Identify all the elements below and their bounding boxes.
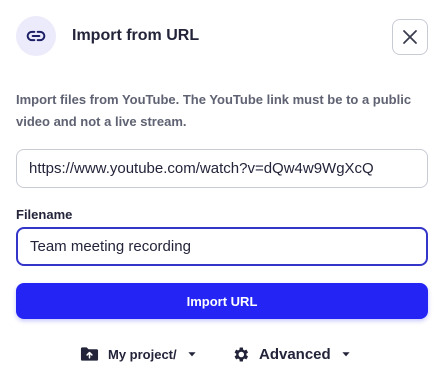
dialog-footer: My project/ Advanced xyxy=(0,340,444,368)
advanced-button[interactable]: Advanced xyxy=(231,341,352,367)
link-icon xyxy=(16,16,56,56)
filename-input[interactable]: Team meeting recording xyxy=(16,227,428,266)
filename-label: Filename xyxy=(16,207,73,222)
url-input[interactable]: https://www.youtube.com/watch?v=dQw4w9Wg… xyxy=(16,149,428,188)
import-url-button[interactable]: Import URL xyxy=(16,283,428,319)
dialog-header: Import from URL xyxy=(16,16,428,58)
close-icon xyxy=(403,30,417,44)
close-button[interactable] xyxy=(392,19,428,55)
folder-label: My project/ xyxy=(108,346,177,362)
import-description: Import files from YouTube. The YouTube l… xyxy=(16,92,412,129)
dialog-title: Import from URL xyxy=(72,27,200,44)
folder-select-button[interactable]: My project/ xyxy=(80,342,198,366)
advanced-label: Advanced xyxy=(259,345,331,363)
chevron-down-icon xyxy=(340,348,352,360)
gear-icon xyxy=(234,347,249,361)
chevron-down-icon xyxy=(186,348,198,360)
folder-upload-icon xyxy=(80,347,99,361)
